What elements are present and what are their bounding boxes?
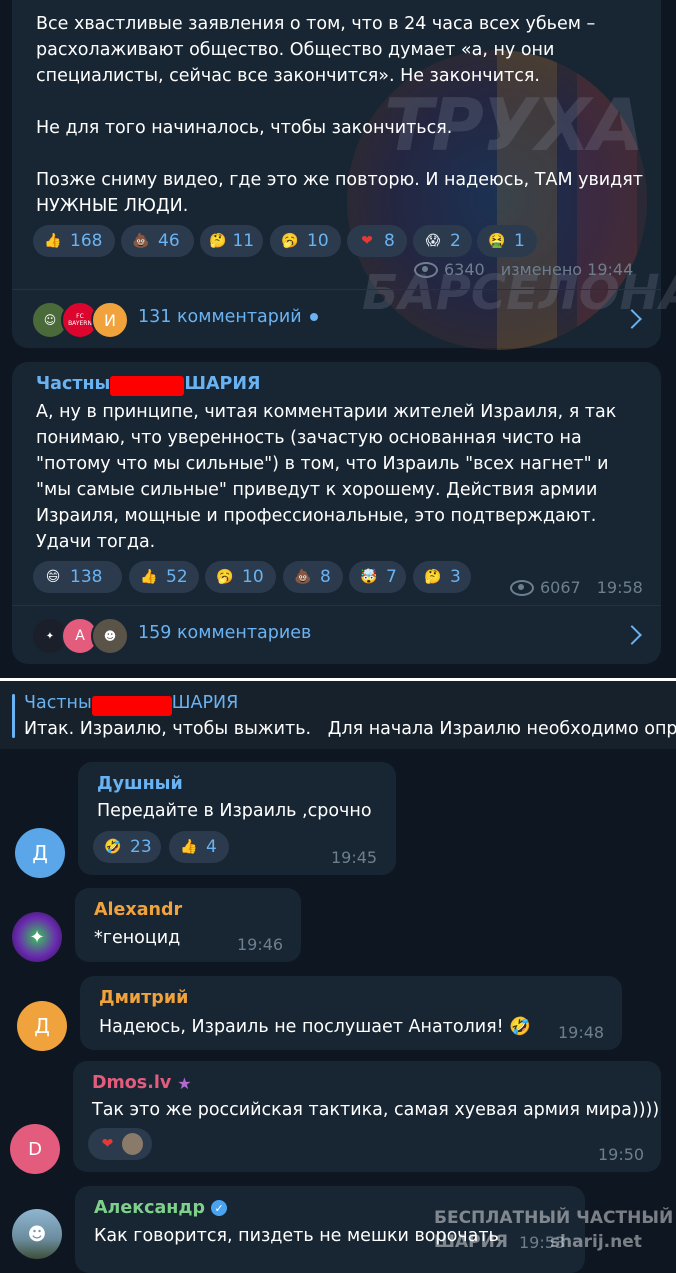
post-author[interactable]: Частны ШАРИЯ <box>36 374 261 396</box>
reply-accent-bar <box>12 694 15 738</box>
comment-bubble: Душный Передайте в Израиль ,срочно 🤣 23 … <box>78 762 396 875</box>
comment-text: Надеюсь, Израиль не послушает Анатолия! … <box>99 1017 532 1037</box>
comment-bubble: Alexandr *геноцид 19:46 <box>75 888 301 962</box>
reaction-yawn[interactable]: 🥱 10 <box>270 225 341 257</box>
comment-author[interactable]: Душный <box>97 774 183 794</box>
avatar[interactable]: ☻ <box>12 1209 62 1259</box>
avatar[interactable]: Д <box>17 1001 67 1051</box>
avatar[interactable]: ✦ <box>12 912 62 962</box>
reaction-rofl[interactable]: 🤣 23 <box>93 831 161 863</box>
reaction-smile[interactable]: 😄 138 <box>33 561 122 593</box>
commenter-avatar-letter: И <box>91 301 129 339</box>
unread-dot-icon <box>309 313 318 321</box>
pinned-author: Частны ШАРИЯ <box>24 693 238 716</box>
grinning-face-icon: 😄 <box>45 569 61 585</box>
star-badge-icon: ★ <box>177 1073 192 1093</box>
screaming-face-icon: 😱 <box>425 233 441 249</box>
channel-post-1: ТРУХА БАРСЕЛОНА Все хвастливые заявления… <box>12 0 676 350</box>
comments-count: 159 комментариев <box>138 623 312 643</box>
vomit-face-icon: 🤮 <box>488 233 506 249</box>
comment-time: 19:45 <box>331 848 378 867</box>
reaction-like[interactable]: 👍 4 <box>169 831 229 863</box>
comments-button[interactable]: ☺ FC BAYERN И 131 комментарий <box>12 290 661 348</box>
comment-text: Передайте в Израиль ,срочно <box>97 801 372 821</box>
reaction-vomit[interactable]: 🤮 1 <box>477 225 537 257</box>
rofl-face-icon: 🤣 <box>104 839 122 855</box>
comment-text: Так это же российская тактика, самая хуе… <box>92 1100 660 1120</box>
reaction-poop[interactable]: 💩 8 <box>283 561 343 593</box>
view-count: 6340 <box>444 260 485 279</box>
reaction-poop[interactable]: 💩 46 <box>121 225 194 257</box>
reaction-like[interactable]: 👍 168 <box>33 225 115 257</box>
thumbs-up-icon: 👍 <box>180 839 198 855</box>
edited-time: изменено 19:44 <box>500 260 634 279</box>
reaction-mindblown[interactable]: 🤯 7 <box>349 561 406 593</box>
poop-icon: 💩 <box>132 233 150 249</box>
reactor-avatar <box>122 1133 143 1155</box>
comment-time: 19:50 <box>598 1145 645 1164</box>
yawning-face-icon: 🥱 <box>216 569 234 585</box>
thumbs-up-icon: 👍 <box>140 569 158 585</box>
heart-icon: ❤ <box>361 233 373 249</box>
comments-button[interactable]: ✦ А ☻ 159 комментариев <box>12 606 661 664</box>
post-meta: 6340 изменено 19:44 <box>414 260 633 279</box>
chevron-right-icon <box>622 625 642 645</box>
reaction-thinking[interactable]: 🤔 11 <box>200 225 263 257</box>
site-watermark: БЕСПЛАТНЫЙ ЧАСТНЫЙ ШАРИЯ sharij.net <box>434 1208 674 1252</box>
post-text: Все хвастливые заявления о том, что в 24… <box>36 14 643 216</box>
avatar[interactable]: D <box>10 1124 60 1174</box>
thinking-face-icon: 🤔 <box>424 569 442 585</box>
reaction-scream[interactable]: 😱 2 <box>413 225 472 257</box>
reaction-heart[interactable]: ❤ <box>88 1128 152 1160</box>
eye-icon <box>510 579 534 596</box>
comment-bubble: Dmos.lv ★ Так это же российская тактика,… <box>73 1061 661 1172</box>
comment-text: *геноцид <box>94 928 181 948</box>
reaction-heart[interactable]: ❤ 8 <box>347 225 407 257</box>
comment-author[interactable]: Dmos.lv ★ <box>92 1073 192 1093</box>
eye-icon <box>414 261 438 278</box>
pinned-reply-header[interactable]: Частны ШАРИЯ Итак. Израилю, чтобы выжить… <box>0 681 676 749</box>
chevron-right-icon <box>622 309 642 329</box>
comment-bubble: Дмитрий Надеюсь, Израиль не послушает Ан… <box>80 976 622 1050</box>
reaction-yawn[interactable]: 🥱 10 <box>205 561 276 593</box>
post-text: А, ну в принципе, читая комментарии жите… <box>36 402 617 552</box>
post-time: 19:58 <box>596 578 643 597</box>
thumbs-up-icon: 👍 <box>44 233 62 249</box>
channel-post-2: Частны ШАРИЯ А, ну в принципе, читая ком… <box>12 362 661 664</box>
reaction-like[interactable]: 👍 52 <box>129 561 199 593</box>
comments-count: 131 комментарий <box>138 307 318 327</box>
pinned-text: Итак. Израилю, чтобы выжить. Для начала … <box>24 719 676 739</box>
heart-icon: ❤ <box>101 1136 114 1152</box>
post-meta: 6067 19:58 <box>510 578 643 597</box>
yawning-face-icon: 🥱 <box>281 233 299 249</box>
avatar[interactable]: Д <box>15 828 65 878</box>
thinking-face-icon: 🤔 <box>209 233 227 249</box>
exploding-head-icon: 🤯 <box>360 569 378 585</box>
comment-time: 19:46 <box>237 935 284 954</box>
redaction-mark <box>110 376 185 396</box>
view-count: 6067 <box>540 578 581 597</box>
commenter-avatar: ☻ <box>91 617 129 655</box>
redaction-mark <box>91 696 172 716</box>
comment-time: 19:48 <box>558 1023 605 1042</box>
poop-icon: 💩 <box>294 569 312 585</box>
verified-badge-icon: ✓ <box>211 1200 228 1216</box>
comment-author[interactable]: Дмитрий <box>99 988 188 1008</box>
reaction-thinking[interactable]: 🤔 3 <box>413 561 471 593</box>
comment-author[interactable]: Александр ✓ <box>94 1198 228 1218</box>
comment-author[interactable]: Alexandr <box>94 900 182 920</box>
